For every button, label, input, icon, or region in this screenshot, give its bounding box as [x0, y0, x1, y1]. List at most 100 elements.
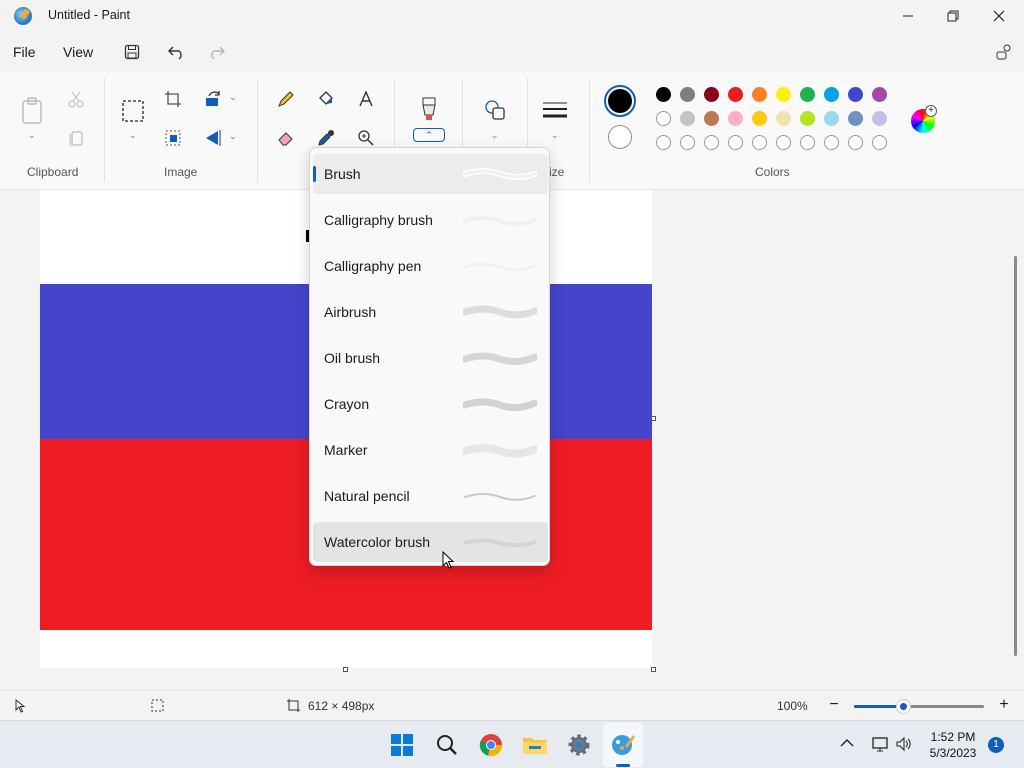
palette-color-swatch[interactable] [728, 135, 743, 150]
ribbon-separator [257, 78, 258, 182]
palette-color-swatch[interactable] [728, 111, 743, 126]
system-clock[interactable]: 1:52 PM 5/3/2023 [918, 729, 988, 761]
rotate-chevron-icon[interactable]: ⌄ [229, 92, 237, 103]
ribbon-separator [104, 78, 105, 182]
save-button[interactable] [120, 40, 144, 64]
palette-color-swatch[interactable] [776, 111, 791, 126]
zoom-slider-thumb[interactable] [897, 700, 911, 713]
menu-file[interactable]: File [13, 44, 36, 60]
palette-color-swatch[interactable] [872, 135, 887, 150]
menu-item-brush[interactable]: Brush [313, 154, 548, 194]
brushes-dropdown-button[interactable]: ⌃ [413, 128, 445, 142]
resize-handle-bottom[interactable] [343, 667, 348, 672]
flip-chevron-icon[interactable]: ⌄ [229, 131, 237, 142]
palette-color-swatch[interactable] [776, 135, 791, 150]
volume-button[interactable] [895, 735, 913, 756]
show-hidden-icons-button[interactable] [840, 737, 854, 751]
palette-color-swatch[interactable] [680, 135, 695, 150]
palette-color-swatch[interactable] [752, 135, 767, 150]
network-button[interactable] [871, 735, 889, 756]
edit-colors-button[interactable]: + [911, 105, 937, 133]
palette-color-swatch[interactable] [848, 111, 863, 126]
menu-item-natural-pencil[interactable]: Natural pencil [313, 476, 548, 516]
palette-color-swatch[interactable] [800, 87, 815, 102]
search-button[interactable] [433, 731, 461, 759]
resize-button[interactable] [159, 124, 187, 152]
palette-color-swatch[interactable] [872, 111, 887, 126]
select-chevron-icon[interactable]: ⌄ [129, 130, 137, 141]
resize-handle-corner[interactable] [651, 667, 656, 672]
menu-item-oil-brush[interactable]: Oil brush [313, 338, 548, 378]
rectangle-select-icon [122, 100, 144, 122]
notification-badge[interactable]: 1 [988, 737, 1004, 753]
pencil-button[interactable] [272, 85, 300, 113]
palette-color-swatch[interactable] [656, 135, 671, 150]
restore-button[interactable] [930, 0, 976, 32]
palette-color-swatch[interactable] [704, 135, 719, 150]
palette-color-swatch[interactable] [752, 111, 767, 126]
palette-color-swatch[interactable] [848, 87, 863, 102]
cursor-position-icon [15, 699, 26, 713]
copy-button[interactable] [62, 124, 90, 152]
taskbar: 1:52 PM 5/3/2023 1 [0, 720, 1024, 768]
size-chevron-icon[interactable]: ⌄ [551, 130, 559, 141]
crop-button[interactable] [159, 85, 187, 113]
menu-item-watercolor-brush[interactable]: Watercolor brush [313, 522, 548, 562]
palette-color-swatch[interactable] [824, 135, 839, 150]
select-button[interactable] [118, 96, 148, 126]
palette-color-swatch[interactable] [656, 111, 671, 126]
share-button[interactable] [992, 40, 1016, 64]
vertical-scrollbar[interactable] [1014, 256, 1017, 656]
rotate-button[interactable] [199, 85, 227, 113]
close-button[interactable] [976, 0, 1022, 32]
minimize-button[interactable] [885, 0, 931, 32]
paint-taskbar-button[interactable] [609, 731, 637, 759]
fill-button[interactable] [312, 85, 340, 113]
primary-color-button[interactable] [604, 85, 636, 117]
palette-color-swatch[interactable] [680, 111, 695, 126]
size-button[interactable] [541, 96, 569, 124]
brushes-menu: Brush Calligraphy brush Calligraphy pen … [309, 147, 550, 566]
start-button[interactable] [388, 731, 416, 759]
palette-color-swatch[interactable] [800, 111, 815, 126]
brushes-button[interactable] [415, 96, 443, 124]
shapes-icon [485, 100, 505, 120]
resize-handle-right[interactable] [651, 416, 656, 421]
menu-item-airbrush[interactable]: Airbrush [313, 292, 548, 332]
text-button[interactable] [352, 85, 380, 113]
shapes-chevron-icon[interactable]: ⌄ [491, 130, 499, 141]
shapes-button[interactable] [481, 96, 509, 124]
settings-button[interactable] [565, 731, 593, 759]
menu-item-crayon[interactable]: Crayon [313, 384, 548, 424]
palette-color-swatch[interactable] [848, 135, 863, 150]
palette-color-swatch[interactable] [800, 135, 815, 150]
palette-color-swatch[interactable] [728, 87, 743, 102]
menu-item-calligraphy-pen[interactable]: Calligraphy pen [313, 246, 548, 286]
undo-button[interactable] [165, 40, 189, 64]
palette-color-swatch[interactable] [680, 87, 695, 102]
palette-color-swatch[interactable] [752, 87, 767, 102]
zoom-in-button[interactable]: + [996, 697, 1012, 715]
zoom-slider[interactable] [854, 700, 984, 713]
redo-button[interactable] [204, 40, 228, 64]
menu-item-calligraphy-brush[interactable]: Calligraphy brush [313, 200, 548, 240]
file-explorer-button[interactable] [521, 731, 549, 759]
paste-button[interactable] [18, 94, 46, 128]
eraser-button[interactable] [272, 124, 300, 152]
palette-color-swatch[interactable] [656, 87, 671, 102]
cut-button[interactable] [62, 85, 90, 113]
palette-color-swatch[interactable] [824, 111, 839, 126]
palette-color-swatch[interactable] [704, 87, 719, 102]
menu-item-label: Marker [324, 442, 368, 458]
chrome-button[interactable] [477, 731, 505, 759]
palette-color-swatch[interactable] [776, 87, 791, 102]
paste-chevron-icon[interactable]: ⌄ [28, 130, 36, 141]
menu-view[interactable]: View [63, 44, 93, 60]
menu-item-marker[interactable]: Marker [313, 430, 548, 470]
palette-color-swatch[interactable] [824, 87, 839, 102]
palette-color-swatch[interactable] [872, 87, 887, 102]
palette-color-swatch[interactable] [704, 111, 719, 126]
flip-button[interactable] [199, 124, 227, 152]
secondary-color-button[interactable] [608, 125, 632, 149]
zoom-out-button[interactable]: − [826, 697, 842, 715]
